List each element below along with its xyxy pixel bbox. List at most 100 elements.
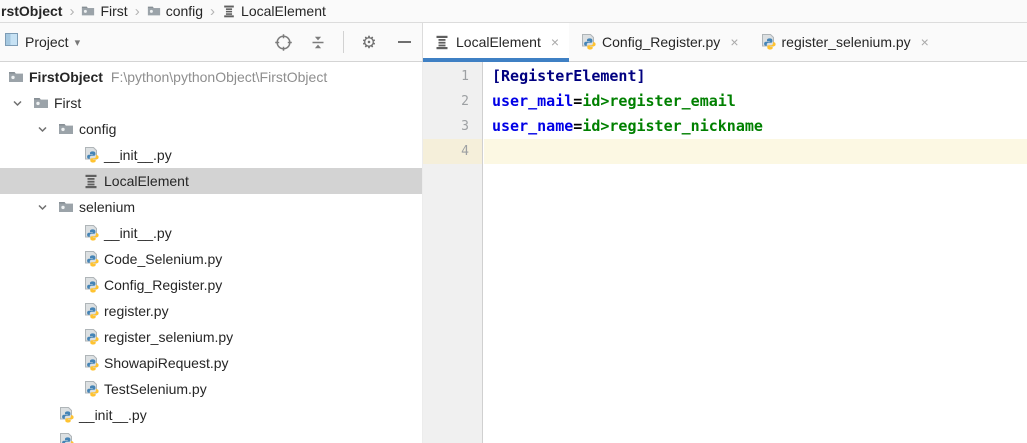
tree-item-config[interactable]: config	[0, 116, 422, 142]
chevron-down-icon[interactable]	[11, 97, 24, 110]
python-icon	[580, 34, 596, 50]
breadcrumb-separator: ›	[210, 2, 216, 20]
breadcrumb-item[interactable]: config	[147, 3, 203, 19]
close-icon[interactable]: ×	[551, 34, 559, 50]
project-panel-title[interactable]: Project	[25, 34, 69, 50]
tree-item-label: __init__.py	[79, 407, 147, 423]
text-file-icon	[434, 34, 450, 50]
tree-item-showapirequest-py[interactable]: ShowapiRequest.py	[0, 350, 422, 376]
folder-icon	[8, 69, 24, 85]
tree-item-firstobject[interactable]: FirstObject F:\python\pythonObject\FirstO…	[0, 64, 422, 90]
tree-item-label: First	[54, 95, 82, 111]
minimize-icon	[397, 41, 411, 43]
folder-icon	[81, 4, 95, 18]
tree-item-label: register_selenium.py	[104, 329, 234, 345]
settings-button[interactable]: ⚙	[359, 32, 379, 52]
editor-gutter: 1 2 3 4	[423, 62, 483, 443]
editor[interactable]: 1234 [RegisterElement] user_mail=id>regis…	[423, 62, 1027, 443]
python-icon	[83, 277, 99, 293]
python-icon	[83, 251, 99, 267]
main-area: FirstObject F:\python\pythonObject\FirstO…	[0, 62, 1027, 443]
tree-item-selenium[interactable]: selenium	[0, 194, 422, 220]
code-token: =	[573, 117, 583, 135]
folder-icon	[33, 95, 49, 111]
breadcrumb-separator: ›	[134, 2, 140, 20]
code-token: user_mail	[492, 92, 574, 110]
breadcrumb-separator: ›	[69, 2, 75, 20]
code-line: user_name=id>register_nickname	[484, 114, 1027, 139]
tree-item-localelement[interactable]: LocalElement	[0, 168, 422, 194]
toolbar-separator	[343, 31, 344, 53]
breadcrumb-label: rstObject	[1, 3, 63, 19]
gear-icon: ⚙	[361, 32, 377, 52]
code-line: [RegisterElement]	[484, 64, 1027, 89]
line-number: 1	[461, 69, 469, 84]
python-icon	[83, 147, 99, 163]
project-panel-header: Project ▾ ⚙	[0, 23, 423, 61]
python-icon	[83, 355, 99, 371]
project-tool-window-icon	[5, 33, 18, 51]
tree-item-testselenium-py[interactable]: TestSelenium.py	[0, 376, 422, 402]
project-path: F:\python\pythonObject\FirstObject	[110, 69, 328, 85]
tab-label: Config_Register.py	[602, 34, 721, 50]
editor-tab-register-selenium-py[interactable]: register_selenium.py ×	[749, 23, 939, 61]
code-token: user_name	[492, 117, 574, 135]
tree-item--init-py[interactable]: __init__.py	[0, 142, 422, 168]
python-icon	[58, 433, 74, 443]
tree-item[interactable]	[0, 428, 422, 443]
tree-item-config-register-py[interactable]: Config_Register.py	[0, 272, 422, 298]
python-icon	[83, 329, 99, 345]
code-token: =	[573, 92, 583, 110]
breadcrumb-label: First	[100, 3, 128, 19]
text-file-icon	[222, 4, 236, 18]
chevron-down-icon[interactable]	[36, 123, 49, 136]
tree-item-label: register.py	[104, 303, 169, 319]
editor-tab-config-register-py[interactable]: Config_Register.py ×	[569, 23, 748, 61]
tree-item-label: FirstObject	[29, 69, 103, 85]
python-icon	[760, 34, 776, 50]
tree-item-label: config	[79, 121, 117, 137]
breadcrumb-item[interactable]: rstObject	[1, 3, 62, 19]
line-number: 4	[423, 139, 482, 164]
breadcrumb-item[interactable]: First	[81, 3, 128, 19]
header-strip: Project ▾ ⚙ LocalElement × Config_Register…	[0, 23, 1027, 62]
code-line: user_mail=id>register_email	[484, 89, 1027, 114]
chevron-down-icon[interactable]	[36, 201, 49, 214]
chevron-down-icon[interactable]: ▾	[75, 36, 81, 49]
code-token: id>register_email	[582, 92, 736, 110]
hide-panel-button[interactable]	[394, 32, 414, 52]
code-line	[484, 139, 1027, 164]
editor-tab-bar: LocalElement × Config_Register.py × register…	[423, 23, 1027, 62]
ide-window: rstObject › First › config › LocalElement Proj…	[0, 0, 1027, 443]
tree-item-register-py[interactable]: register.py	[0, 298, 422, 324]
tree-item-label: TestSelenium.py	[104, 381, 207, 397]
folder-icon	[58, 199, 74, 215]
editor-code-area[interactable]: [RegisterElement] user_mail=id>register_e…	[484, 62, 1027, 443]
close-icon[interactable]: ×	[921, 34, 929, 50]
editor-tab-localelement[interactable]: LocalElement ×	[423, 23, 570, 62]
breadcrumb: rstObject › First › config › LocalElement	[0, 0, 1027, 23]
breadcrumb-label: LocalElement	[241, 3, 326, 19]
tree-item--init-py[interactable]: __init__.py	[0, 220, 422, 246]
line-number: 2	[461, 94, 469, 109]
tree-item-first[interactable]: First	[0, 90, 422, 116]
tree-item-label: __init__.py	[104, 147, 172, 163]
python-icon	[83, 303, 99, 319]
close-icon[interactable]: ×	[730, 34, 738, 50]
tree-item-register-selenium-py[interactable]: register_selenium.py	[0, 324, 422, 350]
tree-item-label: selenium	[79, 199, 136, 215]
tree-item-code-selenium-py[interactable]: Code_Selenium.py	[0, 246, 422, 272]
code-token: id>register_nickname	[582, 117, 763, 135]
python-icon	[58, 407, 74, 423]
tree-item-label: __init__.py	[104, 225, 172, 241]
project-tree: FirstObject F:\python\pythonObject\FirstO…	[0, 62, 423, 443]
locate-file-button[interactable]	[273, 32, 293, 52]
tree-item-label: Code_Selenium.py	[104, 251, 223, 267]
text-file-icon	[83, 173, 99, 189]
breadcrumb-item[interactable]: LocalElement	[222, 3, 326, 19]
python-icon	[83, 225, 99, 241]
line-number: 3	[461, 119, 469, 134]
collapse-all-button[interactable]	[308, 32, 328, 52]
tree-item--init-py[interactable]: __init__.py	[0, 402, 422, 428]
tree-item-label: Config_Register.py	[104, 277, 223, 293]
